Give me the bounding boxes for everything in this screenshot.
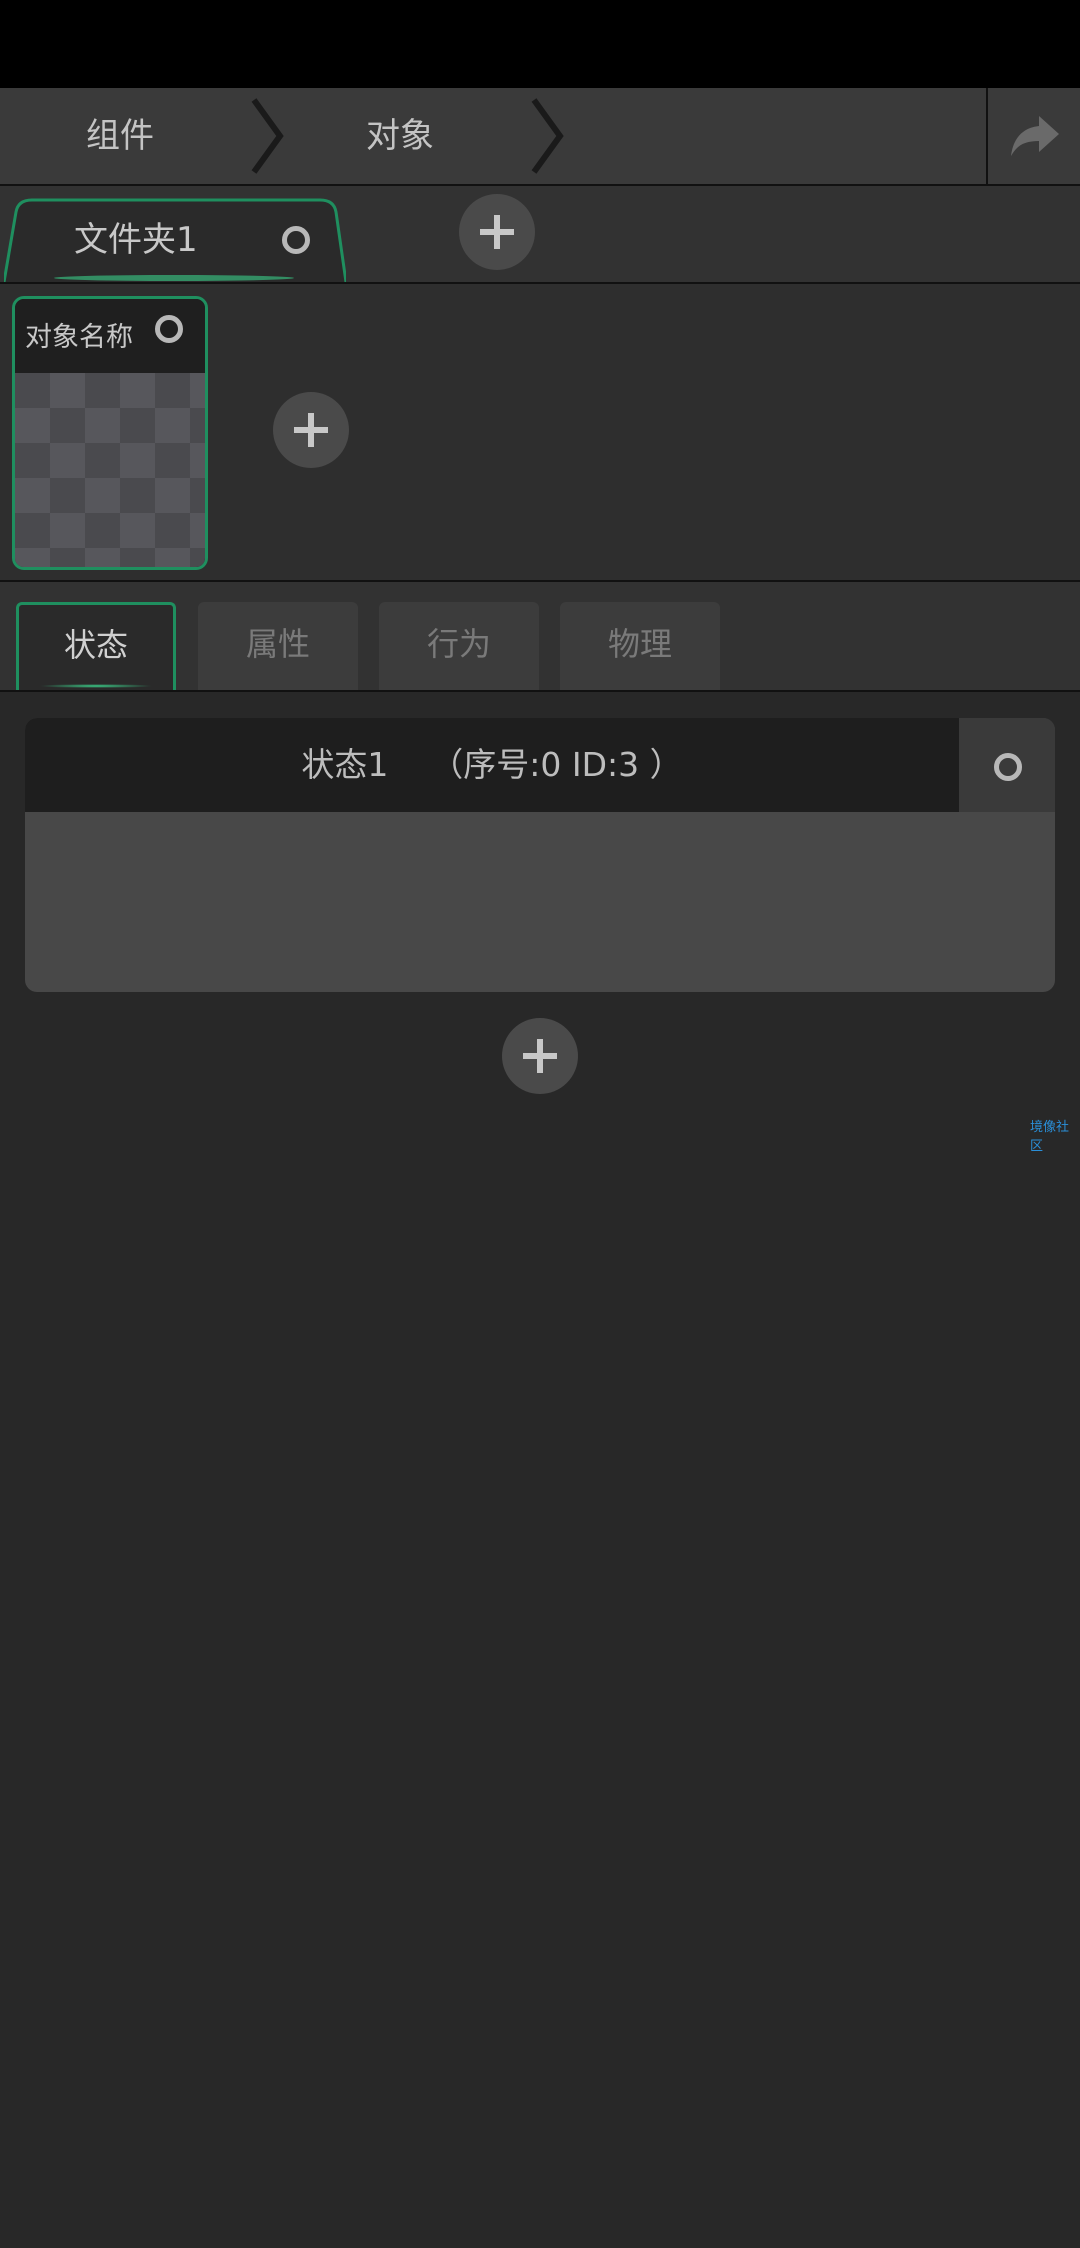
object-name: 对象名称 (25, 322, 133, 353)
add-folder-button[interactable] (459, 194, 535, 270)
watermark: 境像社区 (1030, 1120, 1070, 1154)
object-card[interactable]: 对象名称 (12, 296, 208, 570)
tab-label: 属性 (245, 625, 310, 663)
object-list: 对象名称 (0, 284, 1080, 582)
object-card-header: 对象名称 (15, 299, 205, 373)
tab-label: 行为 (426, 625, 491, 663)
tab-label: 状态 (63, 626, 128, 664)
tab-label: 物理 (607, 625, 672, 663)
add-state-button[interactable] (502, 1018, 578, 1094)
tab-behavior[interactable]: 行为 (379, 602, 539, 690)
folder-label: 文件夹1 (74, 220, 198, 260)
folder-tabs: 文件夹1 (0, 186, 1080, 284)
tab-state[interactable]: 状态 (16, 602, 176, 690)
share-arrow-icon (1011, 116, 1059, 156)
options-ring-icon[interactable] (282, 226, 310, 254)
add-object-button[interactable] (273, 392, 349, 468)
object-thumbnail (15, 373, 205, 567)
tab-active-indicator (39, 684, 153, 688)
breadcrumb-item-components[interactable]: 组件 (0, 88, 240, 184)
property-tabs: 状态 属性 行为 物理 (0, 582, 1080, 692)
chevron-right-icon (531, 98, 564, 174)
share-button[interactable] (986, 88, 1080, 184)
options-ring-icon[interactable] (155, 315, 183, 343)
tab-attributes[interactable]: 属性 (198, 602, 358, 690)
tab-physics[interactable]: 物理 (560, 602, 720, 690)
breadcrumb: 组件 对象 (0, 88, 1080, 186)
breadcrumb-item-objects[interactable]: 对象 (280, 88, 520, 184)
folder-tab[interactable]: 文件夹1 (4, 198, 346, 282)
options-ring-icon[interactable] (994, 753, 1022, 781)
state-options[interactable] (959, 718, 1055, 812)
state-title: 状态1 （序号:0 ID:3 ） (301, 745, 683, 784)
status-bar (0, 0, 1080, 88)
state-card[interactable]: 状态1 （序号:0 ID:3 ） (25, 718, 1055, 992)
state-card-header: 状态1 （序号:0 ID:3 ） (25, 718, 959, 812)
